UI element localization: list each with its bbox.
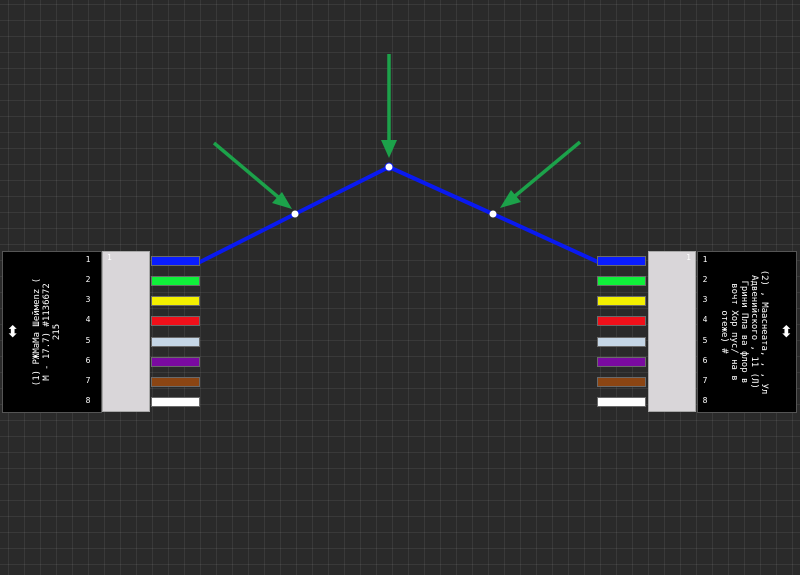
connector-1-wire-2[interactable] bbox=[151, 276, 200, 286]
pin-number: 5 bbox=[85, 336, 91, 345]
pointer-arrow-right bbox=[500, 140, 582, 208]
pin-number: 4 bbox=[85, 315, 91, 324]
connector-1-wire-7[interactable] bbox=[151, 377, 200, 387]
connector-1-label: (1) РЖМаМа Шеймеnz ( М - 17.7) #1136672 … bbox=[32, 277, 62, 387]
connector-2-wire-4[interactable] bbox=[597, 316, 646, 326]
pointer-arrow-left bbox=[212, 141, 292, 209]
connector-1-wire-3[interactable] bbox=[151, 296, 200, 306]
cable-handle-left[interactable] bbox=[291, 210, 299, 218]
double-headed-vertical-arrow-icon: ⬍ bbox=[779, 322, 793, 341]
pin-number: 6 bbox=[85, 356, 91, 365]
pin-number: 8 bbox=[702, 396, 708, 405]
pin-number: 2 bbox=[85, 275, 91, 284]
cable-handle-right[interactable] bbox=[489, 210, 497, 218]
connector-2-wire-7[interactable] bbox=[597, 377, 646, 387]
connector-2-wire-5[interactable] bbox=[597, 337, 646, 347]
connector-1-wire-6[interactable] bbox=[151, 357, 200, 367]
pin-number: 3 bbox=[85, 295, 91, 304]
connector-1-mark: 1 bbox=[107, 253, 112, 262]
pin-number: 3 bbox=[702, 295, 708, 304]
connector-2-housing[interactable]: 1 bbox=[648, 251, 696, 412]
pin-number: 7 bbox=[85, 376, 91, 385]
pin-number: 2 bbox=[702, 275, 708, 284]
connector-1-wire-5[interactable] bbox=[151, 337, 200, 347]
connector-1-wire-8[interactable] bbox=[151, 397, 200, 407]
connector-1-pin-numbers: 1 2 3 4 5 6 7 8 bbox=[81, 252, 95, 412]
connector-2-label: (2) , Мааснеата, , , Ул Адвенийского , 1… bbox=[719, 269, 769, 395]
connector-1-housing[interactable]: 1 bbox=[102, 251, 150, 412]
cable-handle-apex[interactable] bbox=[384, 162, 394, 172]
pin-number: 7 bbox=[702, 376, 708, 385]
pin-number: 6 bbox=[702, 356, 708, 365]
double-headed-vertical-arrow-icon: ⬍ bbox=[6, 322, 20, 341]
pin-number: 5 bbox=[702, 336, 708, 345]
connector-2-wire-1[interactable] bbox=[597, 256, 646, 266]
pin-number: 1 bbox=[85, 255, 91, 264]
connector-2-pin-numbers: 1 2 3 4 5 6 7 8 bbox=[698, 252, 712, 412]
pointer-arrow-top bbox=[381, 54, 397, 158]
connector-1-wire-1[interactable] bbox=[151, 256, 200, 266]
pin-number: 1 bbox=[702, 255, 708, 264]
connector-2-mark: 1 bbox=[686, 253, 691, 262]
connector-2-wire-8[interactable] bbox=[597, 397, 646, 407]
pin-number: 8 bbox=[85, 396, 91, 405]
connector-2-wire-6[interactable] bbox=[597, 357, 646, 367]
connector-1-wire-4[interactable] bbox=[151, 316, 200, 326]
connector-2-wire-2[interactable] bbox=[597, 276, 646, 286]
connector-2-wire-3[interactable] bbox=[597, 296, 646, 306]
connector-2-label-panel[interactable]: ⬍ (2) , Мааснеата, , , Ул Адвенийского ,… bbox=[697, 251, 797, 413]
pin-number: 4 bbox=[702, 315, 708, 324]
connector-1-label-panel[interactable]: ⬍ (1) РЖМаМа Шеймеnz ( М - 17.7) #113667… bbox=[2, 251, 102, 413]
